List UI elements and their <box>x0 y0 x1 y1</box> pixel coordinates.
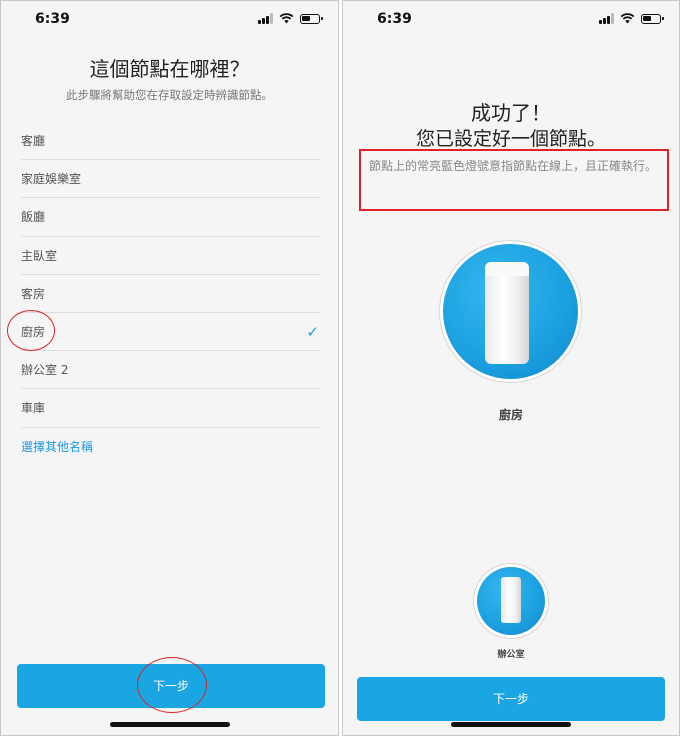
room-item[interactable]: 客廳 <box>21 122 321 161</box>
node-label: 辦公室 <box>497 650 525 660</box>
choose-other-name-link[interactable]: 選擇其他名稱 <box>21 438 93 455</box>
signal-icon <box>599 13 614 24</box>
next-button[interactable]: 下一步 <box>357 677 665 721</box>
room-label: 主臥室 <box>21 248 58 263</box>
node-image[interactable] <box>477 567 545 635</box>
status-time: 6:39 <box>35 11 70 27</box>
battery-icon <box>641 13 664 24</box>
room-item[interactable]: 主臥室 <box>21 237 321 275</box>
annotation-circle <box>137 657 207 713</box>
status-bar: 6:39 <box>343 1 679 41</box>
page-subtitle: 此步驟將幫助您在存取設定時辨識節點。 <box>66 88 273 102</box>
wifi-icon <box>279 13 294 24</box>
wifi-icon <box>620 13 635 24</box>
room-item[interactable]: 車庫 <box>21 389 321 428</box>
room-label: 家庭娛樂室 <box>21 172 82 187</box>
node-device-icon <box>501 577 521 623</box>
status-bar: 6:39 <box>1 1 338 41</box>
room-label: 客廳 <box>21 134 46 148</box>
status-time: 6:39 <box>377 11 412 27</box>
node-image <box>443 244 578 379</box>
success-title: 成功了！ <box>471 101 551 125</box>
home-indicator <box>109 722 230 727</box>
home-indicator <box>451 722 571 727</box>
room-label: 客房 <box>21 286 46 301</box>
page-title: 這個節點在哪裡？ <box>89 57 250 81</box>
room-item[interactable]: 辦公室 2 <box>21 351 321 390</box>
room-label: 車庫 <box>21 401 46 416</box>
battery-icon <box>300 13 323 24</box>
room-list: 客廳 家庭娛樂室 飯廳 主臥室 客房 廚房 ✓ 辦公室 2 車庫 <box>21 122 321 428</box>
node-label: 廚房 <box>498 408 523 422</box>
room-label: 辦公室 2 <box>21 363 69 378</box>
right-phone-screen: 6:39 成功了！ 您已設定好一個節點。 節點上的常亮藍色燈號意指節點在線上，且… <box>342 0 680 736</box>
signal-icon <box>258 13 273 24</box>
annotation-circle <box>7 310 55 351</box>
room-item-selected[interactable]: 廚房 ✓ <box>21 313 321 352</box>
left-phone-screen: 6:39 這個節點在哪裡？ 此步驟將幫助您在存取設定時辨識節點。 客廳 家庭娛樂… <box>0 0 339 736</box>
success-subtitle: 您已設定好一個節點。 <box>415 128 606 150</box>
room-item[interactable]: 家庭娛樂室 <box>21 160 321 199</box>
status-icons <box>599 13 664 24</box>
room-label: 飯廳 <box>21 210 46 225</box>
status-icons <box>258 13 323 24</box>
checkmark-icon: ✓ <box>306 322 319 341</box>
room-item[interactable]: 飯廳 <box>21 198 321 237</box>
room-item[interactable]: 客房 <box>21 275 321 313</box>
annotation-box <box>359 149 669 211</box>
node-device-icon <box>485 262 529 364</box>
